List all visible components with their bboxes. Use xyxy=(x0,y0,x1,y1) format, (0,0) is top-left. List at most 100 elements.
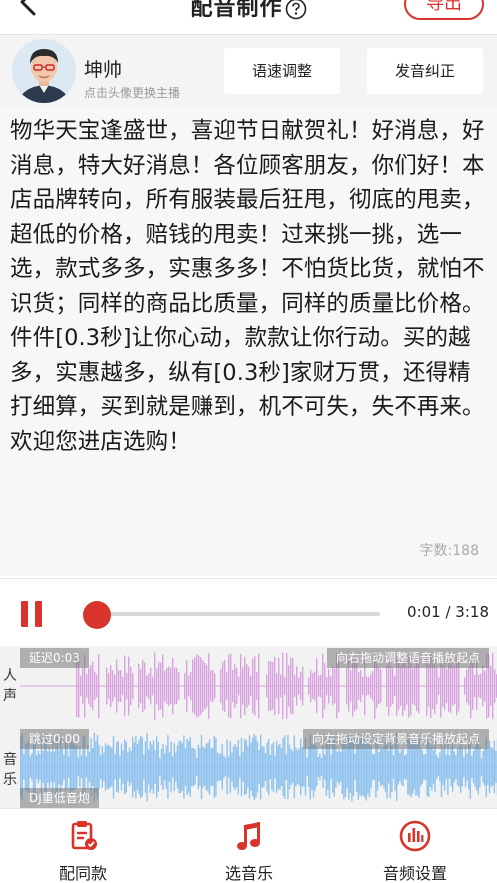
waveform-bar xyxy=(346,745,348,789)
waveform-bar xyxy=(144,662,146,710)
waveform-bar xyxy=(480,673,482,699)
waveform-bar xyxy=(338,749,340,785)
waveform-bar xyxy=(378,667,380,705)
waveform-bar xyxy=(168,666,170,706)
waveform-bar xyxy=(285,754,287,780)
waveform-bar xyxy=(253,733,255,801)
script-text[interactable]: 物华天宝逢盛世，喜迎节日献贺礼！好消息，好消息，特大好消息！各位顾客朋友，你们好… xyxy=(10,114,490,459)
waveform-bar xyxy=(95,741,97,793)
waveform-bar xyxy=(216,752,219,782)
info-icon[interactable] xyxy=(285,0,307,20)
waveform-bar xyxy=(188,675,190,697)
waveform-bar xyxy=(144,741,147,793)
waveform-bar xyxy=(200,734,203,800)
waveform-bar xyxy=(400,749,403,785)
waveform-bar xyxy=(434,741,436,793)
waveform-bar xyxy=(350,670,352,702)
waveform-bar xyxy=(165,745,167,789)
music-track-label: 音乐 xyxy=(0,750,20,790)
waveform-bar xyxy=(122,676,124,696)
waveform-bar xyxy=(237,739,239,795)
waveform-bar xyxy=(53,751,55,783)
clipboard-icon xyxy=(71,821,97,850)
waveform-bar xyxy=(142,659,144,713)
waveform-bar xyxy=(183,735,185,799)
waveform-bar xyxy=(384,742,387,792)
waveform-bar xyxy=(392,668,394,704)
waveform-bar xyxy=(94,671,96,701)
music-track: 音乐 跳过0:00 向左拖动设定背景音乐播放起点 DJ重低音炮 xyxy=(0,726,497,808)
waveform-bar xyxy=(224,758,227,776)
waveform-bar xyxy=(402,747,404,787)
speed-adjust-button[interactable]: 语速调整 xyxy=(224,48,340,94)
waveform-bar xyxy=(314,671,316,701)
anchor-avatar[interactable] xyxy=(12,39,76,103)
waveform-bar xyxy=(444,662,446,710)
waveform-bar xyxy=(125,741,127,793)
waveform-bar xyxy=(436,755,438,779)
waveform-bar xyxy=(117,741,119,793)
waveform-bar xyxy=(356,742,358,792)
waveform-bar xyxy=(272,662,274,710)
waveform-bar xyxy=(326,676,328,696)
waveform-bar xyxy=(87,744,89,790)
waveform-bar xyxy=(82,667,84,705)
waveform-bar xyxy=(130,666,132,706)
export-button[interactable]: 导出 xyxy=(404,0,484,20)
waveform-bar xyxy=(76,746,78,788)
progress-thumb[interactable] xyxy=(83,601,112,629)
waveform-bar xyxy=(213,735,215,799)
waveform-bar xyxy=(184,747,187,787)
waveform-bar xyxy=(197,744,199,790)
waveform-bar xyxy=(453,751,455,783)
tab-match-template[interactable]: 配同款 xyxy=(0,809,166,883)
tab-choose-music[interactable]: 选音乐 xyxy=(166,809,332,883)
waveform-bar xyxy=(383,746,385,788)
waveform-bar xyxy=(140,735,142,799)
waveform-bar xyxy=(466,669,468,703)
pause-button[interactable] xyxy=(20,601,44,627)
waveform-bar xyxy=(458,746,460,788)
progress-track[interactable] xyxy=(90,612,380,616)
waveform-bar xyxy=(274,656,276,716)
waveform-bar xyxy=(330,754,332,780)
waveform-bar xyxy=(190,672,192,700)
waveform-bar xyxy=(186,660,188,712)
waveform-bar xyxy=(376,743,379,791)
waveform-bar xyxy=(176,667,178,705)
waveform-bar xyxy=(493,740,495,794)
waveform-bar xyxy=(154,652,156,720)
waveform-bar xyxy=(334,668,336,704)
waveform-bar xyxy=(120,743,123,791)
pronunciation-correct-button[interactable]: 发音纠正 xyxy=(367,48,483,94)
waveform-bar xyxy=(260,734,262,800)
tab-audio-settings[interactable]: 音频设置 xyxy=(332,809,497,883)
waveform-bar xyxy=(278,657,280,715)
waveform-bar xyxy=(198,655,200,717)
script-editor[interactable]: 物华天宝逢盛世，喜迎节日献贺礼！好消息，好消息，特大好消息！各位顾客朋友，你们好… xyxy=(0,106,497,576)
song-name-tag[interactable]: DJ重低音炮 xyxy=(20,788,99,808)
waveform-bar xyxy=(250,743,252,791)
waveform-bar xyxy=(192,659,194,713)
waveform-bar xyxy=(381,749,383,785)
waveform-bar xyxy=(394,742,396,792)
waveform-bar xyxy=(358,672,360,700)
waveform-bar xyxy=(312,673,314,699)
waveform-bar xyxy=(196,758,198,776)
waveform-bar xyxy=(322,653,324,719)
waveform-bar xyxy=(472,662,474,710)
waveform-bar xyxy=(159,757,161,777)
waveform-bar xyxy=(269,754,271,780)
waveform-bar xyxy=(456,748,459,786)
waveform-bar xyxy=(80,675,82,697)
waveform-bar xyxy=(490,746,492,788)
waveform-bar xyxy=(445,754,447,780)
waveform-bar xyxy=(280,747,283,787)
waveform-bar xyxy=(432,750,435,784)
waveform-bar xyxy=(180,740,182,794)
waveform-bar xyxy=(277,745,279,789)
waveform-bar xyxy=(464,677,466,695)
waveform-bar xyxy=(191,747,193,787)
anchor-name[interactable]: 坤帅 xyxy=(84,55,122,82)
waveform-bar xyxy=(406,667,408,705)
